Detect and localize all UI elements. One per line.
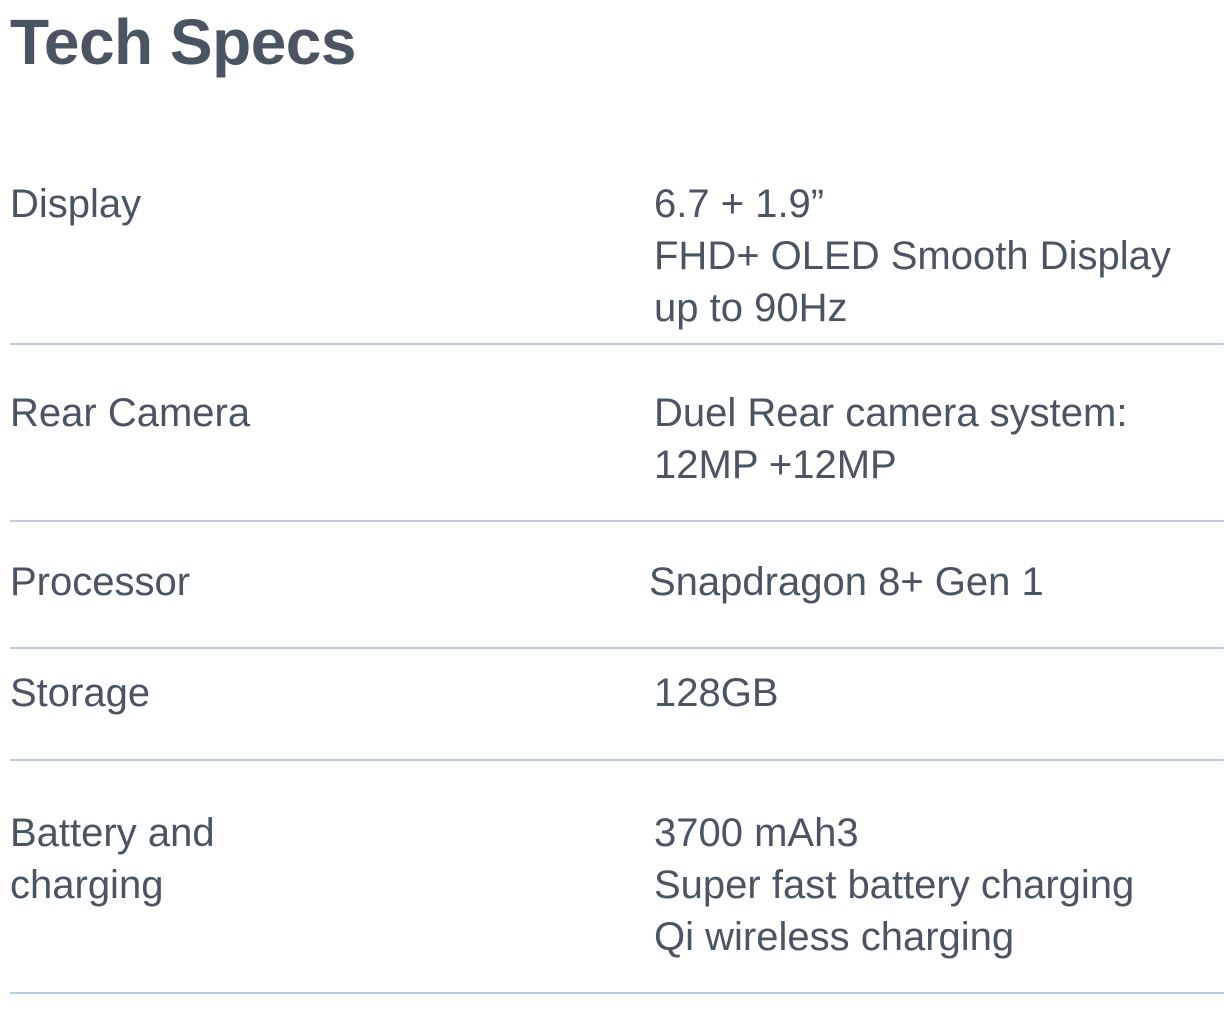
- spec-row-battery: Battery and charging 3700 mAh3 Super fas…: [10, 761, 1224, 994]
- spec-value-storage: 128GB: [654, 667, 1224, 719]
- spec-value-line: 128GB: [654, 671, 779, 715]
- spec-label-rear-camera: Rear Camera: [10, 387, 410, 439]
- spec-value-line: 3700 mAh3: [654, 811, 859, 855]
- spec-label-display: Display: [10, 178, 410, 230]
- spec-value-display: 6.7 + 1.9” FHD+ OLED Smooth Display up t…: [654, 178, 1224, 334]
- spec-value-line: 12MP +12MP: [654, 443, 897, 487]
- spec-label-line: Battery and: [10, 811, 215, 855]
- spec-value-battery: 3700 mAh3 Super fast battery charging Qi…: [654, 807, 1224, 963]
- spec-label-line: Display: [10, 182, 142, 226]
- spec-label-processor: Processor: [10, 556, 410, 608]
- spec-value-line: 6.7 + 1.9”: [654, 182, 825, 226]
- spec-value-line: Duel Rear camera system:: [654, 391, 1128, 435]
- spec-row-storage: Storage 128GB: [10, 649, 1224, 761]
- tech-specs-page: Tech Specs Display 6.7 + 1.9” FHD+ OLED …: [0, 0, 1224, 1014]
- spec-row-display: Display 6.7 + 1.9” FHD+ OLED Smooth Disp…: [10, 0, 1224, 345]
- spec-row-processor: Processor Snapdragon 8+ Gen 1: [10, 522, 1224, 649]
- spec-value-processor: Snapdragon 8+ Gen 1: [649, 556, 1219, 608]
- spec-label-battery: Battery and charging: [10, 807, 410, 911]
- spec-value-rear-camera: Duel Rear camera system: 12MP +12MP: [654, 387, 1224, 491]
- spec-label-storage: Storage: [10, 667, 410, 719]
- spec-value-line: FHD+ OLED Smooth Display: [654, 234, 1171, 278]
- spec-label-line: charging: [10, 863, 164, 907]
- spec-row-rear-camera: Rear Camera Duel Rear camera system: 12M…: [10, 345, 1224, 522]
- spec-label-line: Storage: [10, 671, 151, 715]
- spec-value-line: up to 90Hz: [654, 286, 848, 330]
- spec-value-line: Qi wireless charging: [654, 915, 1015, 959]
- spec-value-line: Super fast battery charging: [654, 863, 1135, 907]
- spec-label-line: Rear Camera: [10, 391, 251, 435]
- spec-label-line: Processor: [10, 560, 191, 604]
- spec-value-line: Snapdragon 8+ Gen 1: [649, 560, 1044, 604]
